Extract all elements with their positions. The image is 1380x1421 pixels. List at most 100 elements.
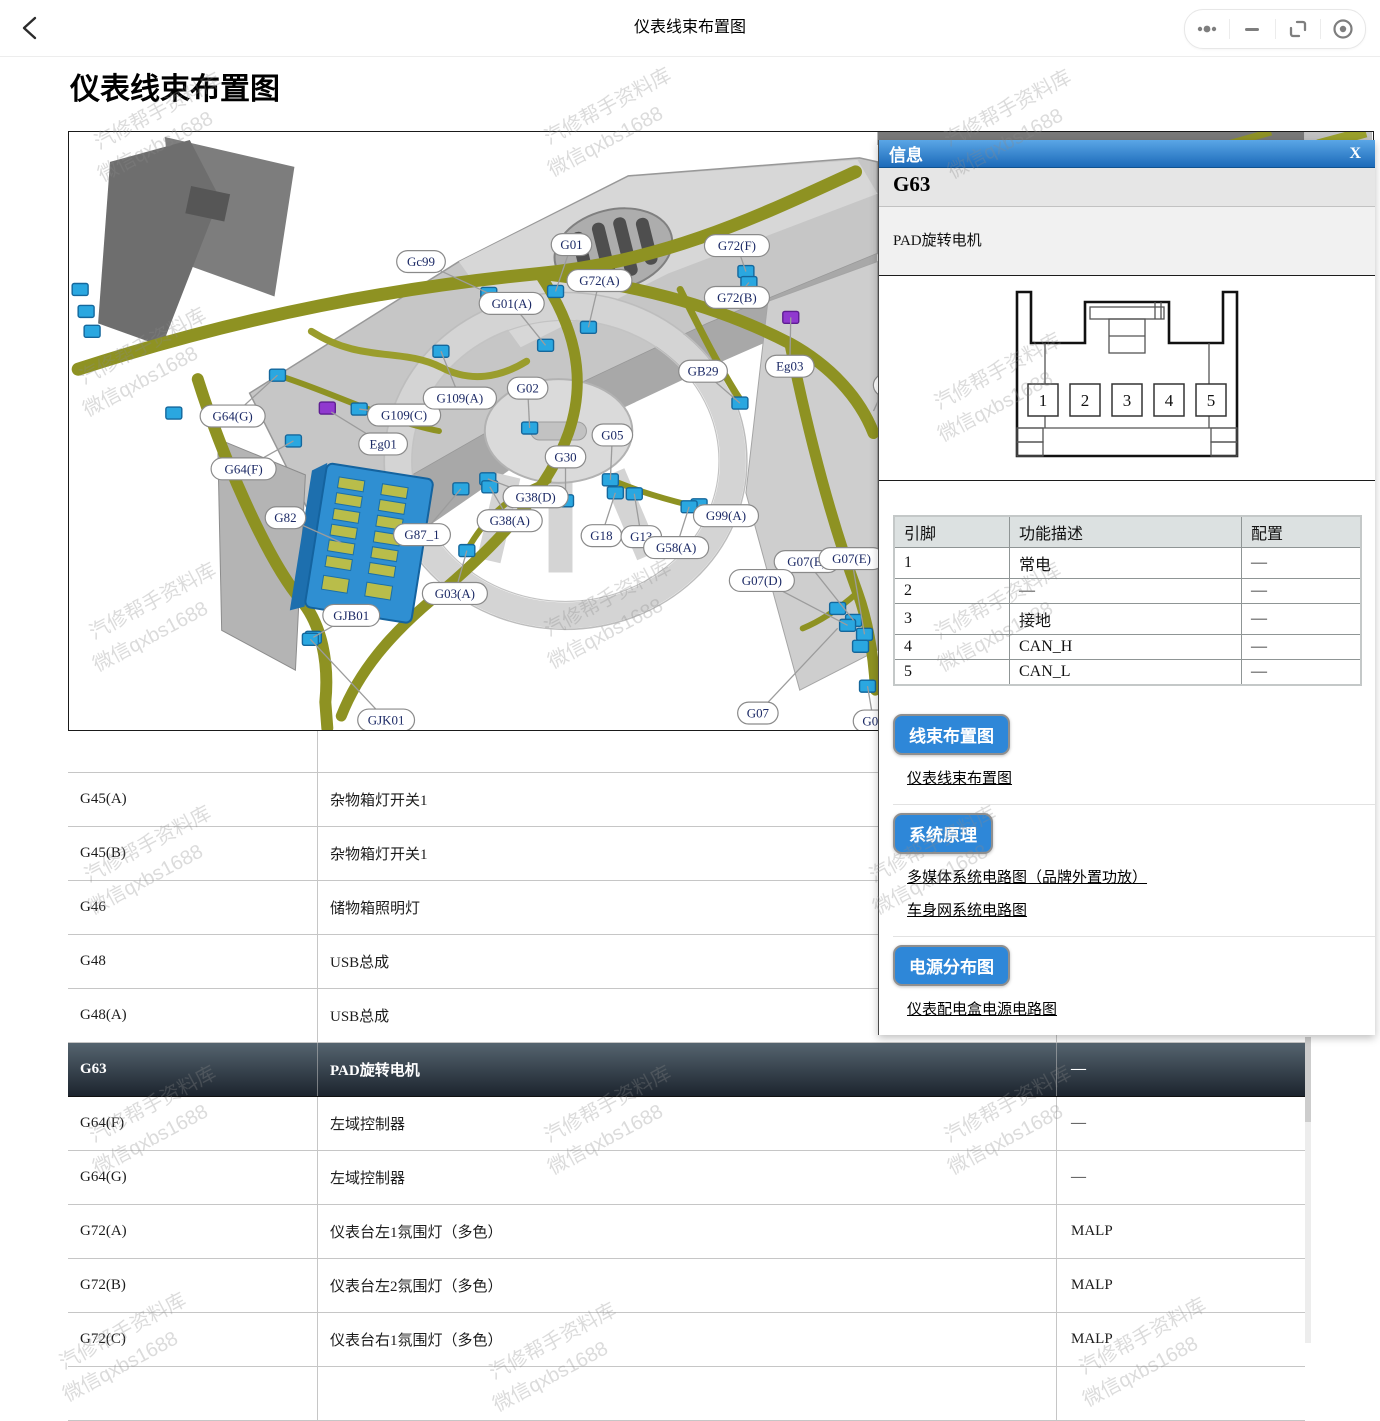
connector-figure: 12345 [879,276,1375,481]
pin-table-cell: CAN_L [1010,660,1242,686]
svg-text:G58(A): G58(A) [656,540,696,555]
table-row[interactable]: G63PAD旋转电机— [68,1043,1305,1097]
panel-section: 线束布置图仪表线束布置图 [893,706,1375,802]
blue-connector [78,305,94,317]
svg-text:G72(B): G72(B) [717,290,757,305]
description-cell: 左域控制器 [318,1097,1057,1150]
svg-text:G99(A): G99(A) [706,508,746,523]
table-row[interactable]: G72(B)仪表台左2氛围灯（多色）MALP [68,1259,1305,1313]
svg-text:G07: G07 [747,706,770,721]
connector-id-cell: G45(A) [68,773,318,826]
connector-id-cell: G64(G) [68,1151,318,1204]
blue-connector [830,602,846,614]
connector-id-cell [68,1367,318,1420]
category-button[interactable]: 线束布置图 [893,714,1010,755]
blue-connector [166,407,182,419]
panel-section: 系统原理多媒体系统电路图（品牌外置功放） 车身网系统电路图 [893,804,1375,934]
connector-id-cell: G48(A) [68,989,318,1042]
description-cell: 左域控制器 [318,1151,1057,1204]
info-panel-title: 信息 [889,141,923,166]
pin-table-cell: 5 [894,660,1010,686]
description-cell [318,1367,1057,1420]
svg-text:G109(A): G109(A) [437,391,484,406]
svg-text:Eg03: Eg03 [776,359,803,374]
description-cell: 仪表台左1氛围灯（多色） [318,1205,1057,1258]
pin-table-cell: — [1242,548,1362,579]
table-row[interactable] [68,1367,1305,1421]
description-cell: 仪表台左2氛围灯（多色） [318,1259,1057,1312]
pin-table-cell: — [1242,660,1362,686]
pin-table-cell: — [1242,579,1362,604]
pin-table-row: 1常电— [894,548,1361,579]
connector-id-title: G63 [879,168,1375,207]
function-col-header: 功能描述 [1010,516,1242,548]
category-button[interactable]: 系统原理 [893,813,993,854]
svg-text:G07(E): G07(E) [832,551,871,566]
blue-connector [580,321,596,333]
connector-pins: 12345 [1028,384,1226,416]
connector-id-cell: G72(C) [68,1313,318,1366]
config-cell: — [1057,1151,1305,1204]
svg-text:G64(F): G64(F) [225,461,263,476]
minimize-icon[interactable] [1239,16,1265,42]
svg-text:G02: G02 [517,381,539,396]
blue-connector [548,285,564,297]
svg-text:G87_1: G87_1 [404,527,439,542]
svg-text:G38(D): G38(D) [515,489,555,504]
table-scrollbar[interactable] [1305,1037,1311,1343]
blue-connector [853,640,869,652]
blue-connector [84,325,100,337]
pin-table-row: 4CAN_H— [894,635,1361,660]
connector-id-cell: G72(B) [68,1259,318,1312]
page-title: 仪表线束布置图 [0,0,1380,56]
blue-connector [453,483,469,495]
more-icon[interactable] [1194,16,1220,42]
svg-text:G03(A): G03(A) [435,586,475,601]
blue-connector [459,545,475,557]
diagram-label[interactable]: G99(A) [693,505,758,527]
svg-text:G01: G01 [560,237,582,252]
pin-table-cell: 接地 [1010,604,1242,635]
table-row[interactable]: G64(G)左域控制器— [68,1151,1305,1205]
svg-text:2: 2 [1081,391,1090,410]
circuit-link[interactable]: 多媒体系统电路图（品牌外置功放） [907,866,1147,887]
config-cell: MALP [1057,1259,1305,1312]
page-heading: 仪表线束布置图 [70,64,280,108]
connector-id-cell: G48 [68,935,318,988]
svg-text:Gc99: Gc99 [407,254,435,269]
divider [1229,19,1230,39]
close-record-icon[interactable] [1330,16,1356,42]
circuit-link[interactable]: 仪表线束布置图 [907,767,1012,788]
pin-table: 引脚 功能描述 配置 1常电—2——3接地—4CAN_H—5CAN_L— [893,515,1362,686]
pin-table-cell: 3 [894,604,1010,635]
circuit-link[interactable]: 仪表配电盒电源电路图 [907,998,1057,1019]
close-icon[interactable]: X [1349,145,1361,163]
config-col-header: 配置 [1242,516,1362,548]
scrollbar-thumb[interactable] [1305,1037,1311,1122]
table-row[interactable]: G72(A)仪表台左1氛围灯（多色）MALP [68,1205,1305,1259]
table-row[interactable]: G72(C)仪表台右1氛围灯（多色）MALP [68,1313,1305,1367]
diagram-label[interactable]: G72(B) [704,282,769,308]
connector-id-cell: G46 [68,881,318,934]
svg-text:G64(G): G64(G) [213,409,253,424]
svg-text:G18: G18 [590,528,612,543]
svg-text:GJK01: GJK01 [368,713,405,728]
divider [1320,19,1321,39]
circuit-link[interactable]: 车身网系统电路图 [907,899,1027,920]
connector-id-cell: G45(B) [68,827,318,880]
connector-drawing: 12345 [997,288,1257,468]
config-cell: MALP [1057,1313,1305,1366]
pin-col-header: 引脚 [894,516,1010,548]
table-row[interactable]: G64(F)左域控制器— [68,1097,1305,1151]
svg-text:GB29: GB29 [688,364,719,379]
pin-table-header-row: 引脚 功能描述 配置 [894,516,1361,548]
svg-text:G30: G30 [554,449,576,464]
pin-table-cell: 2 [894,579,1010,604]
category-button[interactable]: 电源分布图 [893,945,1010,986]
info-panel-header: 信息 X [879,140,1375,168]
config-cell [1057,1367,1305,1420]
config-cell: MALP [1057,1205,1305,1258]
pin-table-row: 5CAN_L— [894,660,1361,686]
blue-connector [72,283,88,295]
restore-icon[interactable] [1285,16,1311,42]
